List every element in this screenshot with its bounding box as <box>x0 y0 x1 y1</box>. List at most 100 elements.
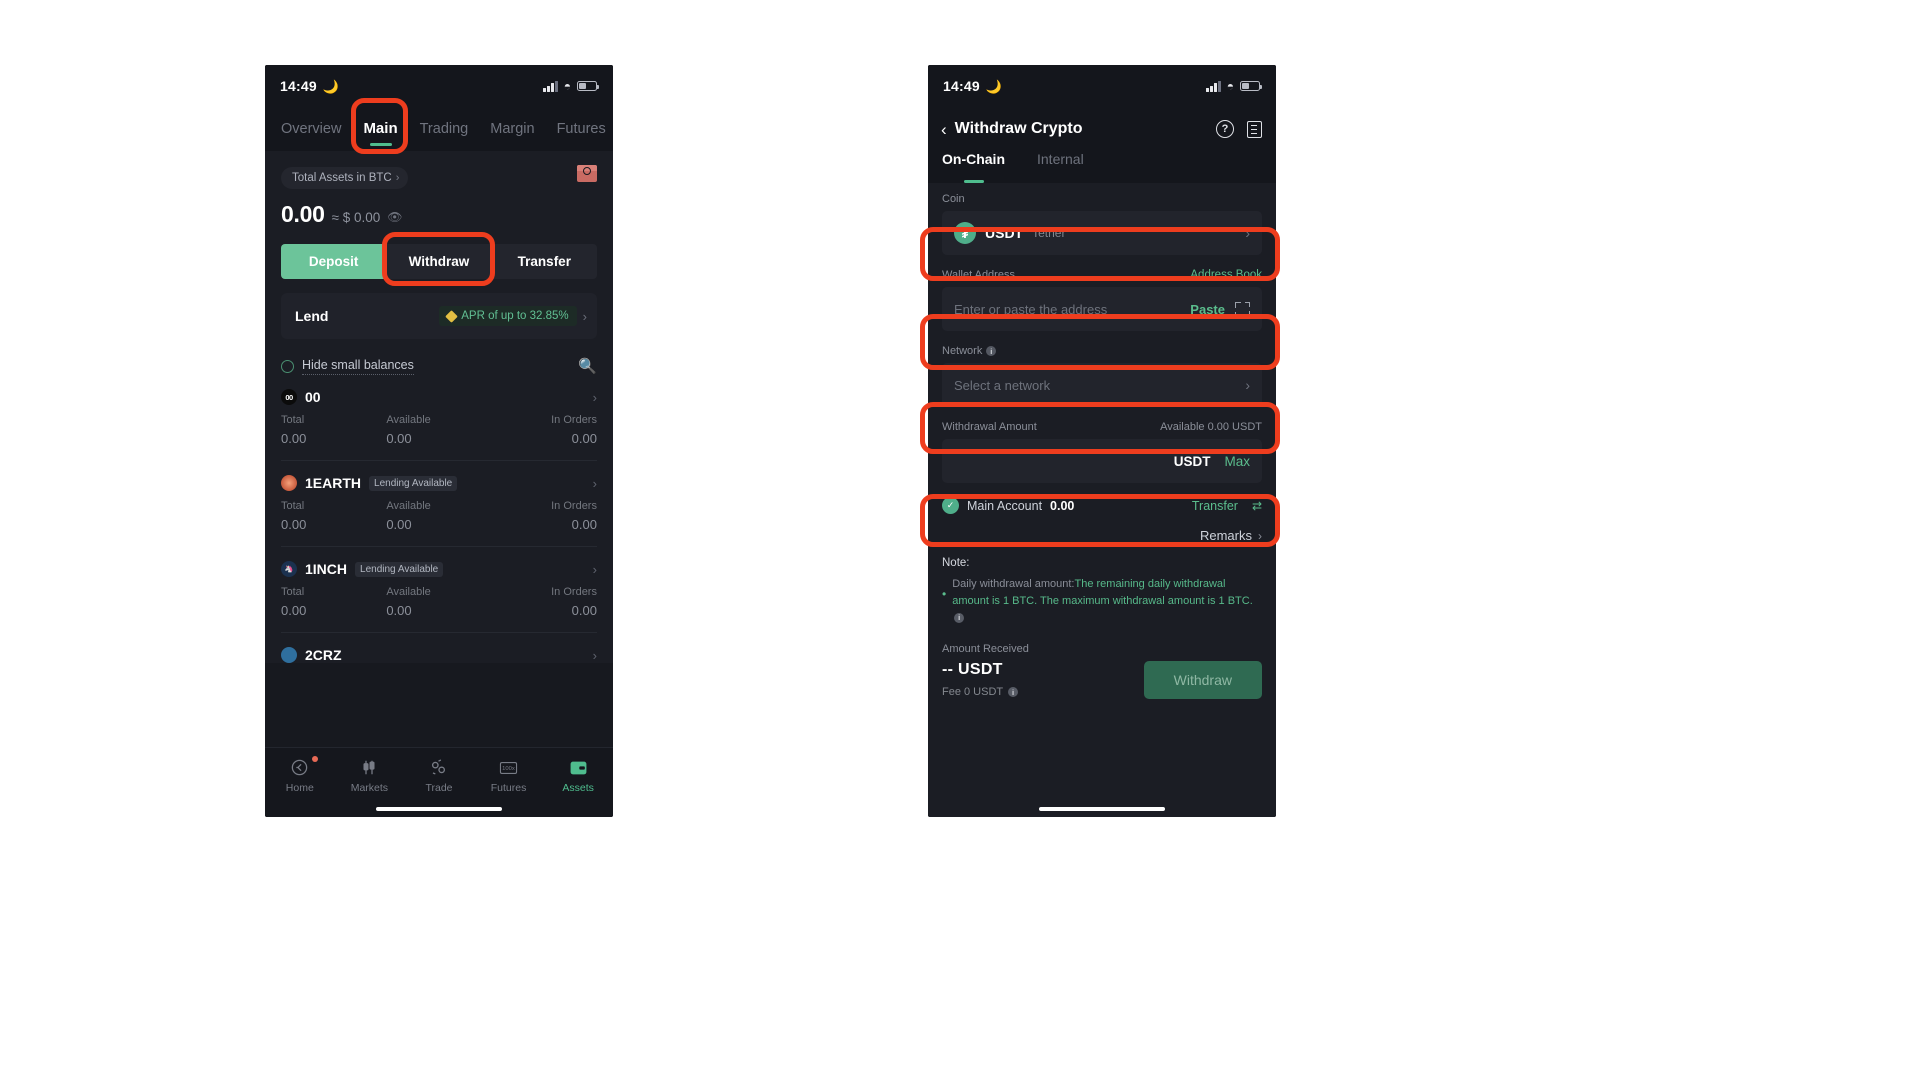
search-icon[interactable]: 🔍 <box>578 357 597 375</box>
transfer-button[interactable]: Transfer <box>491 244 597 279</box>
main-account-row[interactable]: ✓ Main Account 0.00 Transfer ⇄ <box>942 497 1262 514</box>
coin-head: 00 00 › <box>281 389 597 405</box>
coin-symbol: 00 <box>305 389 321 405</box>
nav-futures[interactable]: 100x Futures <box>474 757 544 794</box>
coin-row-00[interactable]: 00 00 › Total 0.00 Available 0.00 In Ord… <box>281 375 597 461</box>
coin-available-value: 0.00 <box>386 517 412 532</box>
chevron-right-icon[interactable]: › <box>593 648 597 663</box>
status-icons-right: ◓ <box>1206 79 1262 93</box>
coin-head: 1EARTH Lending Available › <box>281 475 597 491</box>
chevron-right-icon: › <box>395 172 400 184</box>
transfer-link[interactable]: Transfer <box>1192 499 1238 513</box>
coin-row-2crz[interactable]: 2CRZ › <box>281 633 597 663</box>
nav-home-label: Home <box>285 782 314 794</box>
check-circle-icon: ✓ <box>942 497 959 514</box>
home-indicator <box>376 807 502 811</box>
eye-icon[interactable]: 👁 <box>387 210 402 224</box>
screenshot-stage: 14:49 🌙 ◓ Overview Main Trading Margin F… <box>0 0 1920 1080</box>
document-records-icon[interactable] <box>1247 120 1262 138</box>
bottom-navigation[interactable]: Home Markets Trade 100x Futures Assets <box>265 747 613 817</box>
gift-box-icon[interactable] <box>577 165 597 182</box>
withdraw-submit-button[interactable]: Withdraw <box>1143 661 1262 700</box>
tab-main[interactable]: Main <box>363 120 397 146</box>
home-indicator <box>1039 807 1165 811</box>
wifi-icon: ◓ <box>1226 79 1234 93</box>
coin-in-orders-value: 0.00 <box>571 517 597 532</box>
tab-trading[interactable]: Trading <box>420 121 469 146</box>
chevron-right-icon: › <box>1245 377 1250 393</box>
coin-symbol: 2CRZ <box>305 647 342 663</box>
nav-futures-label: Futures <box>490 782 527 794</box>
coin-columns: Total 0.00 Available 0.00 In Orders 0.00 <box>281 500 597 532</box>
note-grey-text: Daily withdrawal amount: <box>952 578 1075 590</box>
status-time-text: 14:49 <box>943 78 980 94</box>
tab-internal[interactable]: Internal <box>1037 151 1084 183</box>
signal-icon <box>1206 80 1221 92</box>
back-chevron-icon[interactable]: ‹ <box>941 121 947 138</box>
question-circle-icon[interactable]: ? <box>1216 120 1234 138</box>
main-account-label: Main Account <box>967 498 1043 513</box>
amount-received-row: -- USDT Fee 0 USDT i Withdraw <box>942 661 1262 700</box>
status-time-right: 14:49 🌙 <box>943 78 1002 94</box>
deposit-button[interactable]: Deposit <box>281 244 387 279</box>
coin-head: 🦄 1INCH Lending Available › <box>281 561 597 577</box>
notification-badge <box>311 756 318 762</box>
nav-trade-label: Trade <box>425 782 453 794</box>
coin-2crz-icon <box>281 647 297 663</box>
hide-small-balances-row[interactable]: Hide small balances 🔍 <box>265 339 613 375</box>
column-header-in-orders: In Orders <box>551 586 597 598</box>
total-assets-selector[interactable]: Total Assets in BTC › <box>281 167 409 189</box>
chevron-right-icon[interactable]: › <box>593 476 597 491</box>
nav-markets[interactable]: Markets <box>335 757 405 794</box>
nav-home[interactable]: Home <box>265 756 335 794</box>
chevron-right-icon: › <box>1245 225 1250 241</box>
coin-selector-field[interactable]: ₮ USDT Tether › <box>942 211 1262 255</box>
chevron-right-icon[interactable]: › <box>593 390 597 405</box>
hide-small-balances-radio[interactable] <box>281 359 294 373</box>
nav-assets-label: Assets <box>562 782 594 794</box>
wallet-address-label-row: Wallet Address Address Book <box>942 269 1262 281</box>
amount-received-block: -- USDT Fee 0 USDT i <box>942 661 1018 698</box>
tab-margin[interactable]: Margin <box>490 121 534 146</box>
coin-total-value: 0.00 <box>281 431 307 446</box>
info-icon[interactable]: i <box>986 346 997 356</box>
scan-qr-icon[interactable] <box>1235 301 1250 317</box>
nav-assets[interactable]: Assets <box>543 757 613 794</box>
fee-row: Fee 0 USDT i <box>942 686 1018 698</box>
remarks-row[interactable]: Remarks › <box>942 528 1262 543</box>
network-selector-field[interactable]: Select a network › <box>942 363 1262 407</box>
tab-futures[interactable]: Futures <box>557 121 606 146</box>
coin-row-1inch[interactable]: 🦄 1INCH Lending Available › Total 0.00 A… <box>281 547 597 633</box>
nav-trade[interactable]: Trade <box>404 757 474 794</box>
coin-1inch-icon: 🦄 <box>281 561 297 577</box>
info-icon[interactable]: i <box>1008 687 1018 698</box>
max-button[interactable]: Max <box>1224 454 1250 469</box>
column-header-in-orders: In Orders <box>551 414 597 426</box>
trade-swap-icon <box>404 757 474 778</box>
remarks-label: Remarks <box>1199 528 1252 543</box>
paste-button[interactable]: Paste <box>1190 302 1225 317</box>
right-phone-screen: 14:49 🌙 ◓ ‹ Withdraw Crypto ? On-Chain I… <box>928 65 1276 817</box>
wallet-address-field[interactable]: Enter or paste the address Paste <box>942 287 1262 331</box>
column-header-available: Available <box>386 414 431 426</box>
withdrawal-amount-field[interactable]: USDT Max <box>942 439 1262 483</box>
coin-symbol: 1INCH <box>305 561 348 577</box>
lend-card[interactable]: Lend APR of up to 32.85% › <box>281 293 597 339</box>
info-icon[interactable]: i <box>954 613 965 624</box>
withdraw-button[interactable]: Withdraw <box>386 244 492 279</box>
wallet-address-input[interactable]: Enter or paste the address <box>954 302 1107 317</box>
asset-top-tabs[interactable]: Overview Main Trading Margin Futures <box>265 107 613 151</box>
coin-row-1earth[interactable]: 1EARTH Lending Available › Total 0.00 Av… <box>281 461 597 547</box>
withdraw-tabs[interactable]: On-Chain Internal <box>928 147 1276 183</box>
page-header: ‹ Withdraw Crypto ? <box>928 107 1276 147</box>
swap-arrows-icon[interactable]: ⇄ <box>1252 499 1262 513</box>
wallet-address-label: Wallet Address <box>942 269 1015 281</box>
tab-on-chain[interactable]: On-Chain <box>942 151 1005 183</box>
tab-overview[interactable]: Overview <box>281 121 341 146</box>
balance-row: 0.00 ≈ $ 0.00 👁 <box>281 201 597 228</box>
chevron-right-icon[interactable]: › <box>593 562 597 577</box>
left-phone-screen: 14:49 🌙 ◓ Overview Main Trading Margin F… <box>265 65 613 817</box>
page-title: Withdraw Crypto <box>954 120 1083 137</box>
address-book-link[interactable]: Address Book <box>1190 269 1262 281</box>
fee-text: Fee 0 USDT <box>942 686 1003 699</box>
